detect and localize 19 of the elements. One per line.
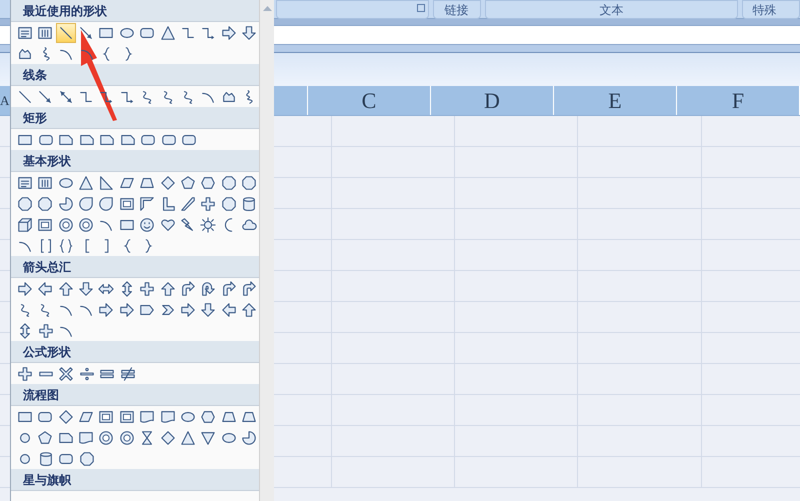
section-header: 流程图	[11, 384, 259, 406]
column-header[interactable]: A	[0, 86, 10, 115]
scrollbar[interactable]	[259, 0, 274, 501]
column-header[interactable]: F	[677, 86, 800, 115]
ribbon-group-label: 链接	[432, 0, 481, 19]
section-header: 箭头总汇	[11, 256, 259, 278]
column-header[interactable]: E	[554, 86, 677, 115]
sun-icon[interactable]	[198, 214, 218, 234]
dialog-launcher-icon[interactable]	[416, 4, 425, 12]
column-header[interactable]: D	[431, 86, 554, 115]
column-header[interactable]: C	[308, 86, 431, 115]
section-header: 公式形状	[11, 341, 259, 363]
section-header: 星与旗帜	[11, 469, 259, 491]
section-header: 矩形	[11, 107, 259, 129]
ribbon-group-label: 特殊	[742, 0, 800, 19]
section-header: 最近使用的形状	[11, 0, 259, 22]
section-header: 线条	[11, 64, 259, 86]
ribbon-group-label: 文本	[484, 0, 738, 19]
section-header: 基本形状	[11, 150, 259, 172]
